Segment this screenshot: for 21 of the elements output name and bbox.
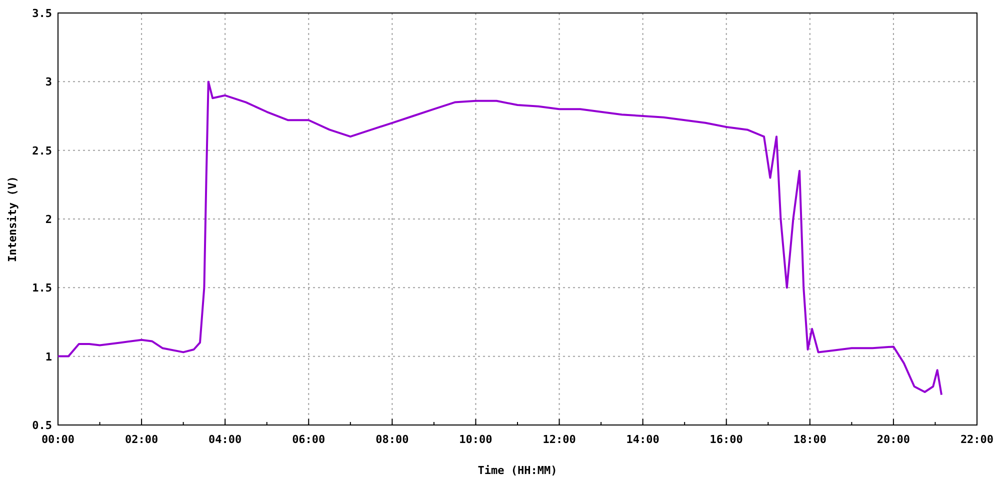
x-tick-label: 04:00 [208, 433, 242, 446]
x-tick-label: 20:00 [876, 433, 910, 446]
x-tick-label: 00:00 [41, 433, 75, 446]
x-tick-label: 22:00 [960, 433, 994, 446]
y-axis-title: Intensity (V) [6, 176, 19, 262]
y-tick-label: 2 [45, 213, 52, 226]
y-tick-label: 3 [45, 76, 52, 89]
y-tick-label: 0.5 [32, 419, 52, 432]
y-tick-label: 2.5 [32, 144, 52, 158]
x-tick-label: 14:00 [626, 433, 660, 446]
x-tick-label: 18:00 [793, 433, 826, 446]
x-tick-label: 10:00 [459, 433, 492, 446]
y-tick-label: 1 [45, 350, 52, 364]
x-tick-label: 02:00 [124, 433, 158, 446]
x-tick-label: 16:00 [710, 433, 743, 446]
x-tick-label: 12:00 [542, 433, 576, 446]
y-tick-label: 1.5 [32, 282, 52, 295]
x-tick-label: 06:00 [292, 433, 326, 446]
x-tick-label: 08:00 [376, 433, 409, 446]
x-axis-title: Time (HH:MM) [478, 464, 558, 477]
y-tick-label: 3.5 [32, 7, 52, 20]
